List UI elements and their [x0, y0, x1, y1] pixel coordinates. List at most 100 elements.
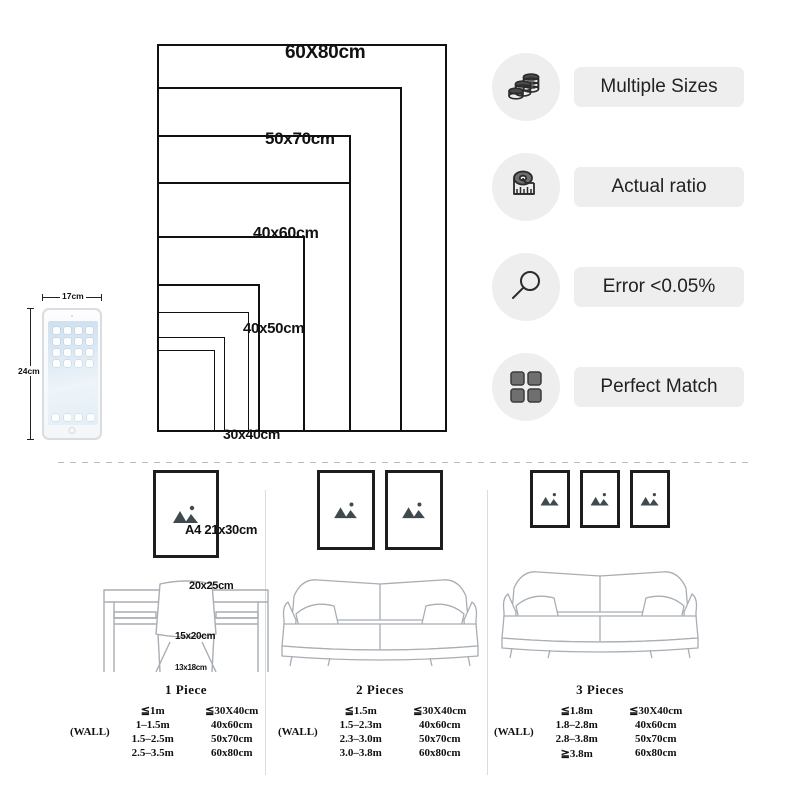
app-icon: [75, 338, 82, 345]
wall-distance-value: ≦1.8m: [560, 705, 593, 717]
recommended-size-value: 40x60cm: [210, 719, 253, 731]
dock-icon: [75, 414, 82, 421]
recommended-size-value: ≦30X40cm: [629, 705, 683, 717]
wall-distance-value: ≧3.8m: [560, 748, 593, 760]
frames-row: [272, 470, 488, 550]
recommended-size-value: 60x80cm: [210, 747, 253, 759]
size-label-50x70cm: 50x70cm: [265, 129, 335, 148]
wall-distance-value: 2.8–3.8m: [555, 733, 598, 745]
wall-distance-value: 3.0–3.8m: [339, 747, 382, 759]
landscape-art-icon: [590, 493, 609, 506]
app-icon: [75, 349, 82, 356]
size-label-a4-21x30cm: A4 21x30cm: [185, 522, 258, 537]
size-label-60x80cm: 60X80cm: [285, 42, 366, 63]
size-label-20x25cm: 20x25cm: [189, 580, 234, 592]
landscape-art-icon: [402, 502, 425, 519]
size-label-15x20cm: 15x20cm: [175, 631, 216, 642]
scene-caption: 1 Piece: [164, 682, 208, 697]
wall-label: (WALL): [278, 725, 318, 738]
wall-rows: ≦1.5m ≦30X40cm 1.5–2.3m 40x60cm 2.3–3.0m 50x7…: [324, 704, 482, 759]
dock-icon: [52, 414, 59, 421]
grid-four-icon: [492, 353, 560, 421]
picture-frame: [385, 470, 443, 550]
picture-frame: [153, 470, 219, 558]
room-scene-3-pieces: [492, 470, 708, 660]
wall-rows: ≦1.8m ≦30X40cm 1.8–2.8m 40x60cm 2.8–3.8m 50x7…: [540, 704, 698, 760]
dock-icon: [63, 414, 71, 421]
feature-label: Perfect Match: [600, 376, 718, 397]
feature-row-error: Error <0.05%: [492, 250, 792, 324]
recommended-size-value: 60x80cm: [418, 747, 461, 759]
wall-distance-value: 1.8–2.8m: [555, 719, 598, 731]
wall-row: ≦1.5m ≦30X40cm: [324, 704, 482, 717]
frames-row: [96, 470, 276, 558]
wall-row: 1.5–2.3m 40x60cm: [324, 719, 482, 731]
tablet-reference: 17cm 24cm: [12, 288, 140, 448]
infographic-root: 60X80cm 50x70cm 40x60cm 40x50cm 30x40cm A4 21…: [0, 0, 800, 800]
size-label-40x50cm: 40x50cm: [243, 320, 305, 337]
wall-row: ≧3.8m 60x80cm: [540, 747, 698, 760]
feature-label: Actual ratio: [611, 176, 707, 197]
wall-distance-table: (WALL) ≦1.8m ≦30X40cm 1.8–2.8m 40x60cm 2.8–3.…: [494, 704, 698, 760]
wall-row: ≦1m ≦30X40cm: [116, 704, 274, 717]
wall-row: ≦1.8m ≦30X40cm: [540, 704, 698, 717]
wall-distance-value: 1.5–2.3m: [339, 719, 382, 731]
feature-pill-multiple-sizes: Multiple Sizes: [574, 67, 744, 107]
tablet-device: [42, 308, 102, 440]
app-icon: [53, 349, 60, 356]
size-label-13x18cm: 13x18cm: [175, 663, 207, 672]
size-rect-13x18cm: [157, 350, 215, 432]
app-icon: [53, 338, 60, 345]
recommended-size-value: 40x60cm: [418, 719, 461, 731]
recommended-size-value: ≦30X40cm: [413, 705, 467, 717]
wall-distance-value: ≦1m: [140, 705, 165, 717]
app-icon: [64, 338, 71, 345]
wall-row: 2.3–3.0m 50x70cm: [324, 733, 482, 745]
feature-list: Multiple Sizes Actual ratio Error <0.05%…: [492, 50, 792, 450]
landscape-art-icon: [640, 493, 659, 506]
wall-rows: ≦1m ≦30X40cm 1–1.5m 40x60cm 1.5–2.5m 50x70cm 2…: [116, 704, 274, 759]
picture-frame: [580, 470, 620, 528]
app-icon: [53, 360, 60, 367]
tablet-dock: [52, 414, 94, 421]
wall-distance-value: 2.5–3.5m: [131, 747, 174, 759]
app-icon: [75, 360, 82, 367]
sofa-illustration: [281, 579, 479, 667]
recommended-size-value: 40x60cm: [634, 719, 677, 731]
app-icon: [86, 327, 93, 334]
wall-distance-table: (WALL) ≦1.5m ≦30X40cm 1.5–2.3m 40x60cm 2.3–3.…: [278, 704, 482, 759]
feature-row-multiple-sizes: Multiple Sizes: [492, 50, 792, 124]
sofa-illustration: [501, 571, 699, 659]
feature-pill-actual-ratio: Actual ratio: [574, 167, 744, 207]
picture-frame: [317, 470, 375, 550]
wall-row: 2.5–3.5m 60x80cm: [116, 747, 274, 759]
app-icon: [86, 349, 93, 356]
measuring-tape-icon: [492, 153, 560, 221]
app-icon: [86, 360, 93, 367]
wall-row: 3.0–3.8m 60x80cm: [324, 747, 482, 759]
dock-icon: [86, 414, 94, 421]
wall-distance-value: ≦1.5m: [344, 705, 377, 717]
landscape-art-icon: [540, 493, 559, 506]
scene-caption: 2 Pieces: [356, 682, 404, 697]
tablet-app-grid: [53, 327, 93, 367]
recommended-size-value: ≦30X40cm: [205, 705, 259, 717]
wall-row: 2.8–3.8m 50x70cm: [540, 733, 698, 745]
wall-row: 1–1.5m 40x60cm: [116, 719, 274, 731]
recommended-size-value: 50x70cm: [210, 733, 253, 745]
tablet-width-label: 17cm: [60, 291, 86, 301]
recommended-size-value: 60x80cm: [634, 747, 677, 759]
section-divider: [58, 462, 748, 463]
coins-icon: [492, 53, 560, 121]
wall-distance-table: (WALL) ≦1m ≦30X40cm 1–1.5m 40x60cm 1.5–2.5m 50…: [70, 704, 274, 759]
wall-distance-value: 1–1.5m: [135, 719, 170, 731]
wall-row: 1.5–2.5m 50x70cm: [116, 733, 274, 745]
feature-pill-error: Error <0.05%: [574, 267, 744, 307]
tablet-screen: [48, 321, 98, 425]
scene-caption: 3 Pieces: [576, 682, 624, 697]
room-scene-2-pieces: [272, 470, 488, 668]
recommended-size-value: 50x70cm: [634, 733, 677, 745]
wall-distance-value: 1.5–2.5m: [131, 733, 174, 745]
feature-label: Error <0.05%: [602, 276, 716, 297]
app-icon: [64, 360, 71, 367]
